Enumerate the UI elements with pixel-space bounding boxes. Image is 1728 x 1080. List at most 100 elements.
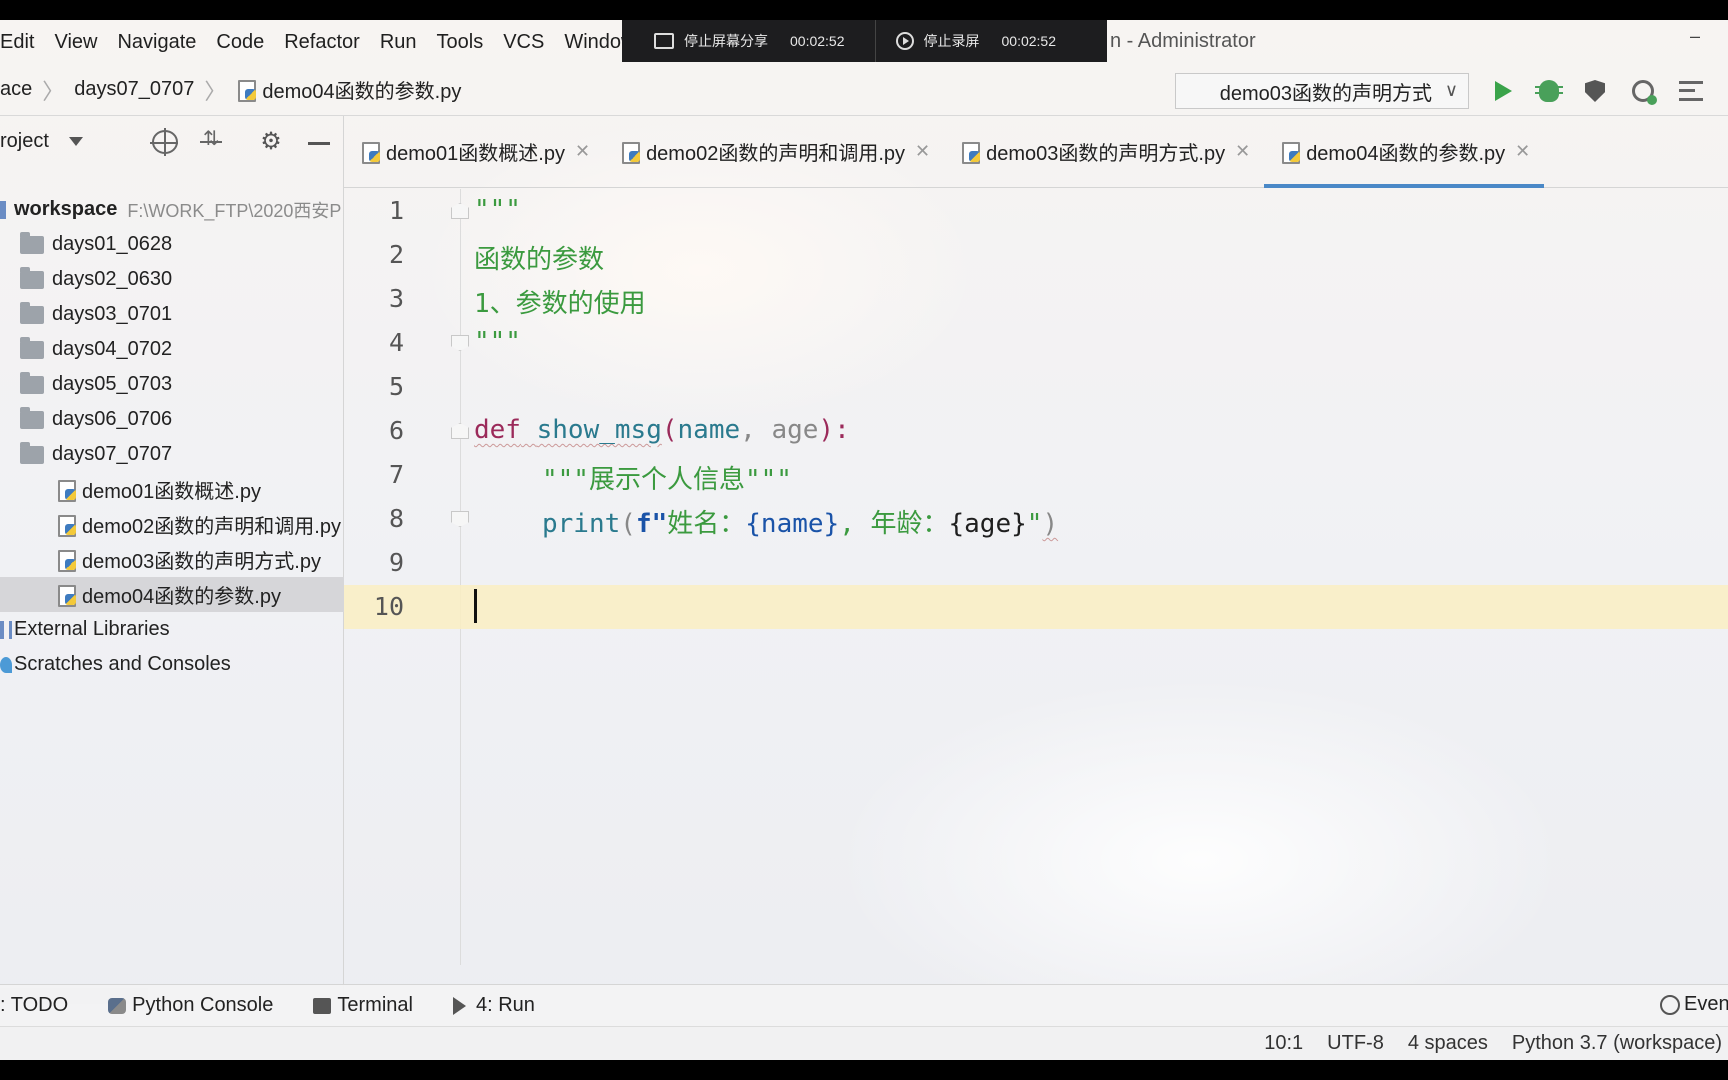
code-line[interactable]: 6 def show_msg(name, age): [344,409,1728,453]
close-icon[interactable]: ✕ [1515,141,1530,162]
fold-marker-icon[interactable] [451,203,469,219]
folder-icon [20,336,44,359]
tree-label: demo02函数的声明和调用.py [82,516,341,538]
punct: , [740,415,772,445]
code-line[interactable]: 4 """ [344,321,1728,365]
interpreter-selector[interactable]: Python 3.7 (workspace) [1512,1032,1722,1055]
hide-panel-icon[interactable] [306,130,332,154]
menu-tools[interactable]: Tools [427,31,494,54]
menu-refactor[interactable]: Refactor [274,31,370,54]
menu-edit[interactable]: Edit [0,31,44,54]
terminal-button[interactable]: Terminal [313,994,413,1017]
code-text: """展示个人信息""" [542,465,792,495]
run-config-label: demo03函数的声明方式 [1219,82,1432,105]
close-icon[interactable]: ✕ [915,141,930,162]
play-icon [1494,81,1512,101]
folder-icon [20,231,44,254]
folder-icon [20,441,44,464]
locate-icon[interactable] [150,128,178,156]
code-line[interactable]: 1 """ [344,189,1728,233]
stop-record-button[interactable]: 停止录屏 00:02:52 [874,20,1087,62]
tool-label: : TODO [0,994,69,1016]
breadcrumb-root[interactable]: ace [0,78,32,101]
tree-item-file[interactable]: demo02函数的声明和调用.py [0,507,344,542]
fold-marker-icon[interactable] [451,511,469,527]
run-icon [452,996,466,1015]
tree-item-folder[interactable]: days04_0702 [0,332,344,367]
menu-run[interactable]: Run [370,31,427,54]
code-text: print(f"姓名：{name}, 年龄：{age}") [542,503,1058,540]
code-line[interactable]: 7 """展示个人信息""" [344,453,1728,497]
code-line-current[interactable]: 10 [344,585,1728,629]
concurrency-button[interactable] [1676,76,1706,106]
stop-share-button[interactable]: 停止屏幕分享 00:02:52 [622,20,875,62]
dropdown-arrow-icon[interactable] [68,136,83,146]
tab-demo03[interactable]: demo03函数的声明方式.py ✕ [944,116,1264,187]
run-tool-button[interactable]: 4: Run [452,994,535,1017]
menu-vcs[interactable]: VCS [493,31,554,54]
punct: ) [1042,509,1059,539]
line-number: 4 [388,328,404,357]
library-icon [0,620,12,639]
terminal-icon [313,997,332,1014]
breadcrumb-folder[interactable]: days07_0707 [74,78,194,101]
chevron-right-icon: 〉 [204,78,227,104]
tree-item-folder[interactable]: days06_0706 [0,402,344,437]
menu-navigate[interactable]: Navigate [107,31,206,54]
code-text: def show_msg(name, age): [474,415,850,445]
code-line[interactable]: 9 [344,541,1728,585]
fold-marker-icon[interactable] [451,335,469,351]
code-text: 函数的参数 [474,245,605,275]
tree-item-folder[interactable]: days02_0630 [0,262,344,297]
navigation-bar: ace 〉 days07_0707 〉 demo04函数的参数.py demo0… [0,64,1728,116]
debug-button[interactable] [1534,76,1564,106]
profile-button[interactable] [1628,76,1658,106]
tree-item-file[interactable]: demo01函数概述.py [0,472,344,507]
python-file-icon [960,141,981,164]
minimize-icon[interactable]: – [1690,26,1700,47]
menu-code[interactable]: Code [206,31,274,54]
tree-item-folder[interactable]: days03_0701 [0,297,344,332]
tab-demo02[interactable]: demo02函数的声明和调用.py ✕ [604,116,944,187]
run-button[interactable] [1488,76,1518,106]
project-panel-title[interactable]: roject [0,130,49,153]
line-number: 8 [388,504,404,533]
tree-item-folder[interactable]: days05_0703 [0,367,344,402]
breadcrumb-file[interactable]: demo04函数的参数.py [262,75,461,104]
code-line[interactable]: 8 print(f"姓名：{name}, 年龄：{age}") [344,497,1728,541]
fstring-text: 姓名： [667,509,746,539]
file-encoding[interactable]: UTF-8 [1327,1032,1384,1055]
profiler-icon [1632,80,1657,105]
event-log-button[interactable]: Even [1660,993,1728,1016]
gear-icon[interactable]: ⚙ [258,130,284,154]
tree-label: Scratches and Consoles [14,653,231,675]
code-line[interactable]: 5 [344,365,1728,409]
scratches-icon [0,656,12,673]
menu-view[interactable]: View [44,31,107,54]
code-editor[interactable]: 1 """ 2 函数的参数 3 1、参数的使用 4 """ 5 6 def sh… [344,189,1728,965]
coverage-button[interactable] [1580,76,1610,106]
code-line[interactable]: 2 函数的参数 [344,233,1728,277]
tree-item-file-selected[interactable]: demo04函数的参数.py [0,577,344,612]
fold-marker-icon[interactable] [451,423,469,439]
run-config-select[interactable]: demo03函数的声明方式 ∨ [1175,73,1469,109]
collapse-all-icon[interactable] [198,126,224,154]
tree-item-scratches[interactable]: Scratches and Consoles [0,647,344,682]
tool-label: 4: Run [475,994,535,1016]
tree-item-external-libraries[interactable]: External Libraries [0,612,344,647]
code-line[interactable]: 3 1、参数的使用 [344,277,1728,321]
tree-label: days05_0703 [52,373,173,395]
tree-label: days03_0701 [52,303,173,325]
tab-demo01[interactable]: demo01函数概述.py ✕ [344,116,604,187]
todo-tool-button[interactable]: : TODO [0,994,68,1017]
tree-item-workspace[interactable]: workspace F:\WORK_FTP\2020西安P [0,192,344,227]
indent-setting[interactable]: 4 spaces [1408,1032,1488,1055]
caret-position[interactable]: 10:1 [1264,1032,1303,1055]
tab-demo04-active[interactable]: demo04函数的参数.py ✕ [1264,116,1545,188]
tree-item-folder[interactable]: days07_0707 [0,437,344,472]
close-icon[interactable]: ✕ [1235,141,1250,162]
tree-item-folder[interactable]: days01_0628 [0,227,344,262]
python-console-button[interactable]: Python Console [108,994,273,1017]
tree-item-file[interactable]: demo03函数的声明方式.py [0,542,344,577]
close-icon[interactable]: ✕ [575,141,590,162]
